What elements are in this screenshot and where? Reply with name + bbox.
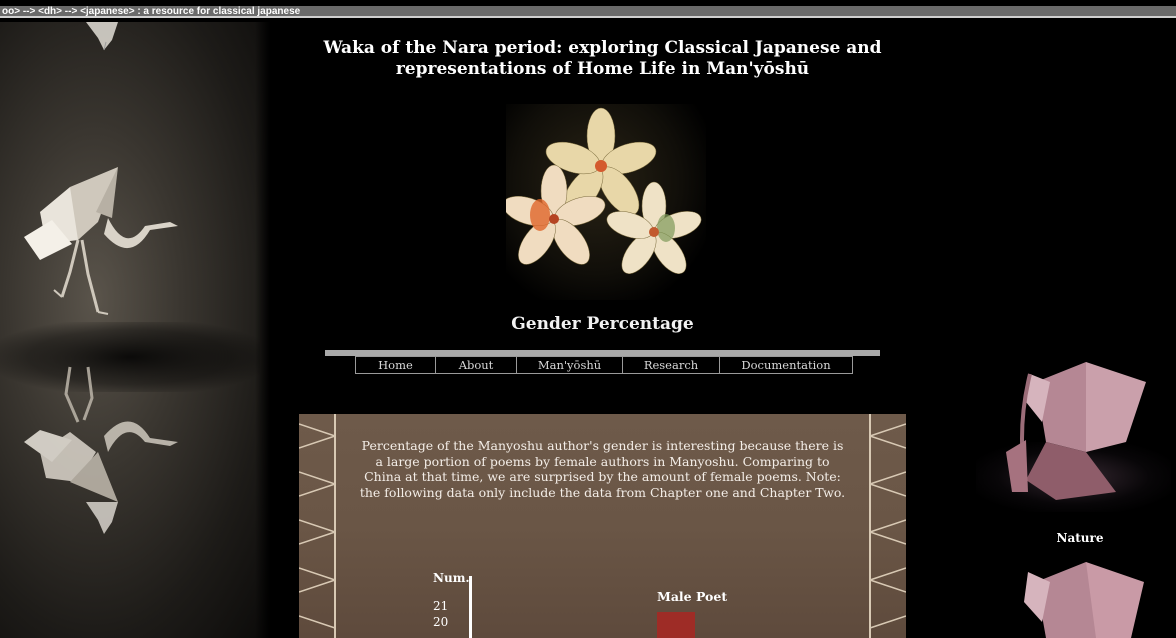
chart-axis-label: Num. [433,571,470,585]
content-panel: Percentage of the Manyoshu author's gend… [299,414,906,638]
chart-y-axis [469,576,472,638]
origami-flower-logo [502,104,706,300]
chart-bar-male-poet [657,612,695,638]
nav-manyoshu[interactable]: Man'yōshū [517,356,623,374]
chart-tick-label: 20 [433,615,449,629]
book-binding-left [299,414,336,638]
page-title: Waka of the Nara period: exploring Class… [323,38,882,79]
top-bar: oo> --> <dh> --> <japanese> : a resource… [0,0,1176,22]
nav-about[interactable]: About [436,356,517,374]
peacock-decoration-right [966,22,1176,638]
nav-home[interactable]: Home [355,356,436,374]
chart-tick-label: 21 [433,599,449,613]
nav-documentation[interactable]: Documentation [720,356,853,374]
crane-decoration-left [0,22,270,638]
breadcrumb: oo> --> <dh> --> <japanese> : a resource… [0,6,1176,18]
main-nav: Home About Man'yōshū Research Documentat… [355,356,853,374]
nav-research[interactable]: Research [623,356,720,374]
book-binding-right [869,414,906,638]
chart-series-label: Male Poet [657,589,728,604]
intro-text: Percentage of the Manyoshu author's gend… [359,438,846,500]
section-title: Gender Percentage [511,314,694,334]
nature-label[interactable]: Nature [1040,531,1120,545]
